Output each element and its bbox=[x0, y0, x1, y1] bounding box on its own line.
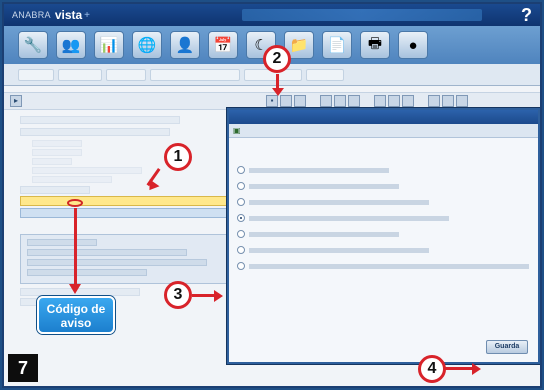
radio-button-selected[interactable] bbox=[237, 214, 245, 222]
callout-badge-2: 2 bbox=[263, 45, 291, 73]
notification-row-selected[interactable] bbox=[20, 196, 240, 207]
expand-icon[interactable]: ▸ bbox=[10, 95, 22, 107]
nav-tab[interactable] bbox=[306, 68, 344, 81]
dialog-subtitle-bar: ▣ bbox=[229, 124, 538, 138]
detail-row bbox=[27, 249, 187, 256]
title-bar-banner bbox=[242, 9, 482, 21]
toolbar-button[interactable] bbox=[280, 95, 292, 107]
nav-tab[interactable] bbox=[18, 68, 54, 81]
callout-badge-3: 3 bbox=[164, 281, 192, 309]
tree-row[interactable] bbox=[20, 116, 180, 124]
callout-badge-1: 1 bbox=[164, 143, 192, 171]
wrench-icon[interactable]: 🔧 bbox=[18, 31, 48, 59]
tree-row[interactable] bbox=[32, 140, 82, 147]
globe-icon[interactable]: 🌐 bbox=[132, 31, 162, 59]
calendar-icon[interactable]: 📅 bbox=[208, 31, 238, 59]
dialog-title-bar bbox=[229, 110, 538, 124]
toolbar-button[interactable] bbox=[442, 95, 454, 107]
toolbar-button[interactable] bbox=[456, 95, 468, 107]
toolbar-button[interactable] bbox=[402, 95, 414, 107]
detail-row bbox=[27, 259, 207, 266]
toolbar-button[interactable] bbox=[334, 95, 346, 107]
save-option-6[interactable] bbox=[237, 246, 429, 254]
detail-panel bbox=[20, 234, 230, 284]
notification-row[interactable] bbox=[20, 208, 240, 218]
nav-tab[interactable] bbox=[58, 68, 102, 81]
tree-row[interactable] bbox=[20, 128, 170, 136]
people-icon[interactable]: 👥 bbox=[56, 31, 86, 59]
toolbar-button[interactable] bbox=[428, 95, 440, 107]
radio-button[interactable] bbox=[237, 198, 245, 206]
save-option-1[interactable] bbox=[237, 166, 389, 174]
brand-name: vista bbox=[54, 8, 83, 22]
radio-button[interactable] bbox=[237, 182, 245, 190]
toolbar-button[interactable] bbox=[374, 95, 386, 107]
person-icon[interactable]: 👤 bbox=[170, 31, 200, 59]
save-option-7[interactable] bbox=[237, 262, 529, 270]
toolbar-button[interactable] bbox=[348, 95, 360, 107]
tree-row[interactable] bbox=[32, 149, 82, 156]
aviso-code-label: Código de aviso bbox=[37, 296, 115, 334]
step-number: 7 bbox=[8, 354, 38, 382]
brand-suffix: + bbox=[84, 9, 91, 21]
nav-tab[interactable] bbox=[106, 68, 146, 81]
detail-row bbox=[27, 239, 97, 246]
radio-button[interactable] bbox=[237, 230, 245, 238]
detail-row bbox=[27, 269, 147, 276]
title-bar: ANABRA vista + ? bbox=[4, 4, 540, 26]
nav-tab[interactable] bbox=[150, 68, 240, 81]
brand-prefix: ANABRA bbox=[12, 10, 51, 20]
save-option-3[interactable] bbox=[237, 198, 429, 206]
radio-button[interactable] bbox=[237, 166, 245, 174]
radio-button[interactable] bbox=[237, 246, 245, 254]
save-option-2[interactable] bbox=[237, 182, 399, 190]
callout-badge-4: 4 bbox=[418, 355, 446, 383]
document-icon: ▣ bbox=[233, 126, 241, 135]
document-icon[interactable]: 📄 bbox=[322, 31, 352, 59]
save-button[interactable]: Guarda bbox=[486, 340, 528, 354]
tree-row[interactable] bbox=[20, 186, 90, 194]
radio-button[interactable] bbox=[237, 262, 245, 270]
toolbar-button[interactable] bbox=[388, 95, 400, 107]
help-icon[interactable]: ? bbox=[521, 5, 532, 26]
tree-row[interactable] bbox=[32, 167, 142, 174]
sphere-icon[interactable]: ● bbox=[398, 31, 428, 59]
tree-row[interactable] bbox=[32, 158, 72, 165]
save-option-4[interactable] bbox=[237, 214, 449, 222]
save-option-5[interactable] bbox=[237, 230, 399, 238]
save-icon[interactable]: ▪ bbox=[266, 95, 278, 107]
aviso-code-highlight bbox=[67, 199, 83, 207]
toolbar-button[interactable] bbox=[294, 95, 306, 107]
toolbar-button[interactable] bbox=[320, 95, 332, 107]
tree-row[interactable] bbox=[32, 176, 112, 183]
printer-icon[interactable]: 🖶 bbox=[360, 31, 390, 59]
aviso-dialog: ▣ Guarda bbox=[227, 108, 540, 364]
chart-icon[interactable]: 📊 bbox=[94, 31, 124, 59]
